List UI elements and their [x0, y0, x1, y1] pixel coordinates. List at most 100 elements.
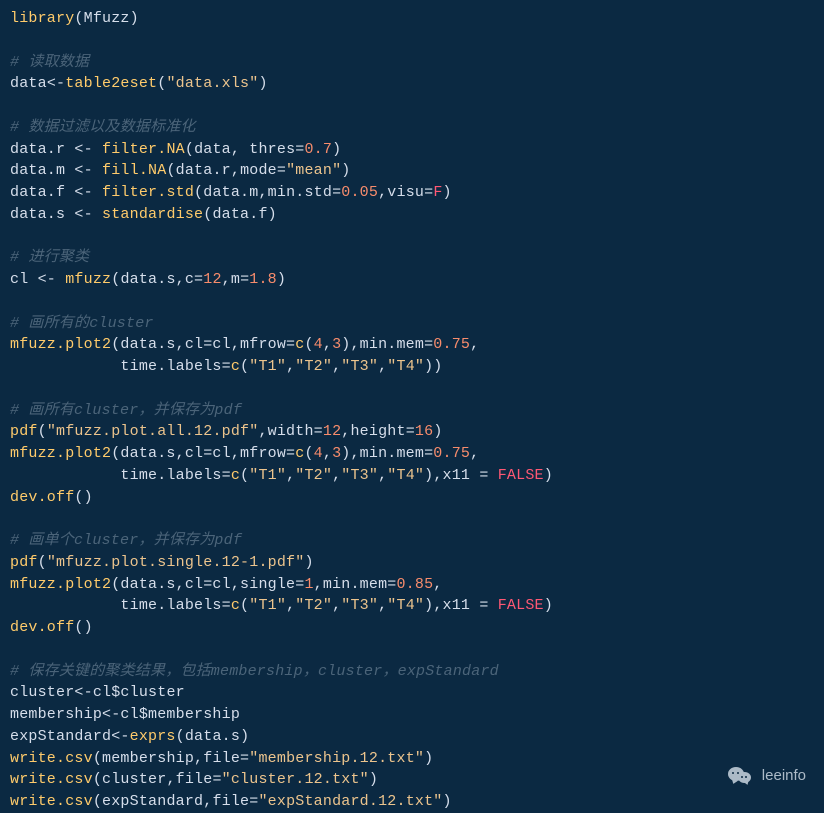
token-num: 0.05: [341, 184, 378, 201]
token-paren: ): [424, 467, 433, 484]
token-def: data.s,cl=cl,mfrow=: [120, 336, 295, 353]
token-def: ,x11 =: [433, 597, 497, 614]
code-line: library(Mfuzz): [10, 8, 814, 30]
token-paren: (: [240, 358, 249, 375]
token-paren: ): [544, 467, 553, 484]
token-str: "mean": [286, 162, 341, 179]
code-line: time.labels=c("T1","T2","T3","T4"),x11 =…: [10, 595, 814, 617]
token-def: membership,file=: [102, 750, 249, 767]
code-line: dev.off(): [10, 617, 814, 639]
token-paren: ): [332, 141, 341, 158]
token-def: ,: [470, 336, 479, 353]
token-fn: filter.NA: [102, 141, 185, 158]
token-fn: mfuzz: [65, 271, 111, 288]
token-fn: write.csv: [10, 750, 93, 767]
code-line: # 进行聚类: [10, 247, 814, 269]
token-str: "T2": [295, 597, 332, 614]
code-line: write.csv(expStandard,file="expStandard.…: [10, 791, 814, 813]
token-def: cluster,file=: [102, 771, 222, 788]
token-paren: ): [433, 423, 442, 440]
token-fn: mfuzz.plot2: [10, 576, 111, 593]
token-def: ,: [378, 597, 387, 614]
token-paren: (: [93, 793, 102, 810]
token-def: ,x11 =: [433, 467, 497, 484]
token-cmt: # 画所有的cluster: [10, 315, 154, 332]
token-def: data.s,c=: [120, 271, 203, 288]
token-fn: pdf: [10, 423, 38, 440]
token-def: ,: [332, 358, 341, 375]
token-arrow: <-: [38, 271, 56, 288]
token-paren: ): [424, 750, 433, 767]
code-line: # 画所有cluster，并保存为pdf: [10, 400, 814, 422]
token-def: ,height=: [341, 423, 415, 440]
watermark-label: leeinfo: [762, 765, 806, 787]
token-paren: (: [176, 728, 185, 745]
token-str: "T1": [249, 358, 286, 375]
token-paren: )): [424, 358, 442, 375]
token-paren: (: [93, 750, 102, 767]
token-paren: (: [240, 597, 249, 614]
token-str: "data.xls": [166, 75, 258, 92]
code-line: # 保存关键的聚类结果，包括membership，cluster，expStan…: [10, 661, 814, 683]
token-arrow: <-: [74, 184, 92, 201]
token-def: ,: [286, 597, 295, 614]
token-def: data, thres=: [194, 141, 304, 158]
token-paren: (): [74, 489, 92, 506]
wechat-watermark: leeinfo: [728, 764, 806, 788]
code-line: [10, 639, 814, 661]
token-paren: ): [369, 771, 378, 788]
code-line: # 画所有的cluster: [10, 313, 814, 335]
token-fn: table2eset: [65, 75, 157, 92]
token-fn: write.csv: [10, 793, 93, 810]
token-paren: (: [304, 336, 313, 353]
token-str: "T3": [341, 597, 378, 614]
token-num: 4: [314, 336, 323, 353]
token-arrow: <-: [102, 706, 120, 723]
wechat-icon: [728, 764, 756, 788]
token-fn: exprs: [130, 728, 176, 745]
token-paren: ): [424, 597, 433, 614]
token-def: ,: [286, 358, 295, 375]
token-paren: (: [38, 554, 47, 571]
code-line: [10, 291, 814, 313]
token-def: time.labels=: [10, 358, 231, 375]
token-def: data.r: [10, 141, 74, 158]
code-line: time.labels=c("T1","T2","T3","T4"),x11 =…: [10, 465, 814, 487]
code-line: [10, 30, 814, 52]
code-line: # 画单个cluster，并保存为pdf: [10, 530, 814, 552]
token-kw: FALSE: [498, 597, 544, 614]
code-line: # 数据过滤以及数据标准化: [10, 117, 814, 139]
token-def: cluster: [10, 684, 74, 701]
token-paren: ): [304, 554, 313, 571]
token-def: ,: [378, 358, 387, 375]
token-def: ,: [286, 467, 295, 484]
token-paren: (: [38, 423, 47, 440]
code-line: [10, 95, 814, 117]
code-line: write.csv(cluster,file="cluster.12.txt"): [10, 769, 814, 791]
code-line: dev.off(): [10, 487, 814, 509]
code-line: [10, 226, 814, 248]
token-def: data.s: [10, 206, 74, 223]
token-paren: (): [74, 619, 92, 636]
token-fn: filter.std: [102, 184, 194, 201]
token-def: expStandard: [10, 728, 111, 745]
token-paren: ): [268, 206, 277, 223]
token-paren: (: [93, 771, 102, 788]
code-line: mfuzz.plot2(data.s,cl=cl,mfrow=c(4,3),mi…: [10, 334, 814, 356]
token-def: ,min.mem=: [350, 445, 433, 462]
token-paren: (: [240, 467, 249, 484]
token-cmt: # 读取数据: [10, 54, 89, 71]
token-def: data.r,mode=: [176, 162, 286, 179]
code-block: library(Mfuzz) # 读取数据data<-table2eset("d…: [10, 8, 814, 813]
token-def: [93, 206, 102, 223]
token-num: 4: [314, 445, 323, 462]
token-paren: (: [194, 184, 203, 201]
token-def: ,: [332, 467, 341, 484]
token-str: "T1": [249, 597, 286, 614]
token-arrow: <-: [74, 684, 92, 701]
code-line: mfuzz.plot2(data.s,cl=cl,mfrow=c(4,3),mi…: [10, 443, 814, 465]
token-def: data.s,cl=cl,mfrow=: [120, 445, 295, 462]
token-paren: ): [443, 793, 452, 810]
token-fn: c: [231, 467, 240, 484]
token-kw: FALSE: [498, 467, 544, 484]
